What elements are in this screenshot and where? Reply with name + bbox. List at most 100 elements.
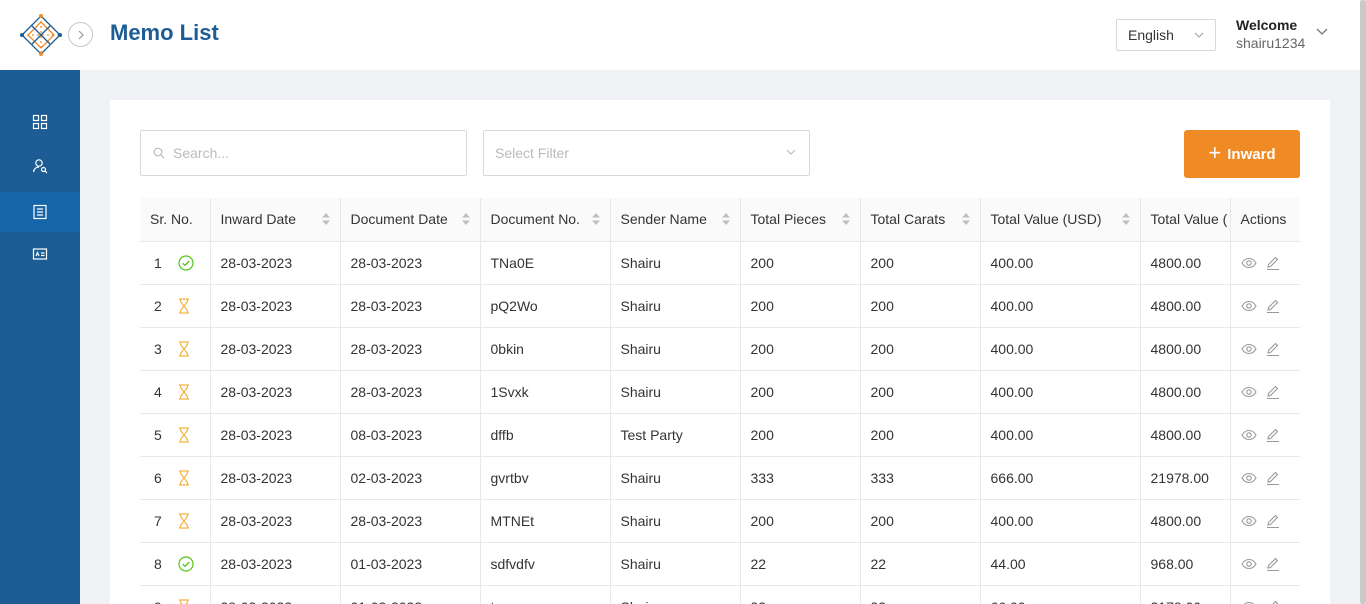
sr-no-cell: 4 — [140, 370, 211, 414]
doc-date-cell: 02-03-2023 — [340, 456, 481, 500]
table-row[interactable]: 2 28-03-2023 28-03-2023 pQ2Wo Shairu 200 200 40… — [140, 284, 1300, 328]
column-header-sender-name[interactable]: Sender Name — [610, 198, 741, 242]
column-header-document-date[interactable]: Document Date — [340, 198, 481, 242]
pieces-cell: 333 — [740, 456, 861, 500]
edit-pencil-icon[interactable] — [1265, 341, 1281, 357]
table-row[interactable]: 8 28-03-2023 01-03-2023 sdfvdfv Shairu 22 22 44… — [140, 542, 1300, 586]
doc-no-cell: MTNEt — [480, 499, 611, 543]
view-eye-icon[interactable] — [1240, 341, 1257, 357]
sr-no-value: 7 — [154, 512, 162, 529]
inward-date-cell: 28-03-2023 — [210, 327, 341, 371]
value2-cell: 4800.00 — [1140, 284, 1231, 328]
inward-date-cell: 28-03-2023 — [210, 585, 341, 604]
sidebar-item-contacts[interactable] — [0, 234, 80, 274]
search-input[interactable]: Search... — [140, 130, 467, 176]
sort-icon[interactable] — [1121, 213, 1130, 225]
table-body: 1 28-03-2023 28-03-2023 TNa0E Shairu 200 200 40… — [140, 241, 1300, 604]
inward-date-cell: 28-03-2023 — [210, 241, 341, 285]
username-label: shairu1234 — [1236, 35, 1306, 51]
hourglass-icon — [178, 426, 189, 443]
carats-cell: 200 — [860, 499, 981, 543]
carats-cell: 200 — [860, 413, 981, 457]
column-header-total-carats[interactable]: Total Carats — [860, 198, 981, 242]
view-eye-icon[interactable] — [1240, 384, 1257, 400]
edit-pencil-icon[interactable] — [1265, 599, 1281, 604]
table-row[interactable]: 928-03-202301-03-2023tShairu333366.00217… — [140, 585, 1300, 604]
pieces-cell: 200 — [740, 499, 861, 543]
view-eye-icon[interactable] — [1240, 255, 1257, 271]
logo-icon[interactable] — [20, 14, 62, 56]
pieces-cell: 200 — [740, 370, 861, 414]
hourglass-icon — [178, 469, 189, 486]
pieces-cell: 200 — [740, 327, 861, 371]
view-eye-icon[interactable] — [1240, 513, 1257, 529]
column-header-inward-date[interactable]: Inward Date — [210, 198, 341, 242]
sidebar-item-dashboard[interactable] — [0, 102, 80, 142]
user-search-icon — [32, 159, 48, 174]
actions-cell — [1230, 499, 1300, 543]
usd-cell: 44.00 — [980, 542, 1141, 586]
memo-table: Sr. No. Inward Date Document Date Document … — [140, 198, 1300, 604]
scrollbar-thumb[interactable] — [1360, 0, 1366, 604]
actions-cell — [1230, 585, 1300, 604]
check-circle-icon — [178, 555, 194, 572]
edit-pencil-icon[interactable] — [1265, 427, 1281, 443]
edit-pencil-icon[interactable] — [1265, 255, 1281, 271]
sr-no-value: 3 — [154, 340, 162, 357]
usd-cell: 666.00 — [980, 456, 1141, 500]
sidebar-toggle-button[interactable] — [68, 22, 93, 47]
doc-no-cell: 1Svxk — [480, 370, 611, 414]
doc-date-cell: 08-03-2023 — [340, 413, 481, 457]
pieces-cell: 22 — [740, 542, 861, 586]
table-row[interactable]: 3 28-03-2023 28-03-2023 0bkin Shairu 200 200 40… — [140, 327, 1300, 371]
sort-icon[interactable] — [461, 213, 470, 225]
column-header-label: Sender Name — [620, 211, 707, 228]
view-eye-icon[interactable] — [1241, 599, 1257, 604]
view-eye-icon[interactable] — [1240, 470, 1257, 486]
language-select[interactable]: English — [1116, 19, 1216, 51]
edit-pencil-icon[interactable] — [1265, 298, 1281, 314]
sort-icon[interactable] — [961, 213, 970, 225]
sidebar-item-users[interactable] — [0, 146, 80, 186]
column-header-total-value[interactable]: Total Value ( — [1140, 198, 1231, 242]
plus-icon: + — [1208, 140, 1222, 165]
filter-select[interactable]: Select Filter — [483, 130, 810, 176]
sr-no-value: 5 — [154, 426, 162, 443]
table-row[interactable]: 6 28-03-2023 02-03-2023 gvrtbv Shairu 333 333 6… — [140, 456, 1300, 500]
table-row[interactable]: 7 28-03-2023 28-03-2023 MTNEt Shairu 200 200 40… — [140, 499, 1300, 543]
doc-date-cell: 28-03-2023 — [340, 241, 481, 285]
column-header-document-no[interactable]: Document No. — [480, 198, 611, 242]
column-header-total-pieces[interactable]: Total Pieces — [740, 198, 861, 242]
edit-pencil-icon[interactable] — [1265, 384, 1281, 400]
view-eye-icon[interactable] — [1240, 298, 1257, 314]
list-document-icon — [33, 204, 47, 220]
edit-pencil-icon[interactable] — [1265, 556, 1281, 572]
table-row[interactable]: 4 28-03-2023 28-03-2023 1Svxk Shairu 200 200 40… — [140, 370, 1300, 414]
sort-icon[interactable] — [841, 213, 850, 225]
column-header-total-value-usd[interactable]: Total Value (USD) — [980, 198, 1141, 242]
sr-no-value: 1 — [154, 254, 162, 271]
edit-pencil-icon[interactable] — [1265, 513, 1281, 529]
user-chevron-down-icon[interactable] — [1315, 25, 1329, 39]
table-row[interactable]: 5 28-03-2023 08-03-2023 dffb Test Party 200 20… — [140, 413, 1300, 457]
sidebar-item-memo-list[interactable] — [0, 192, 80, 232]
view-eye-icon[interactable] — [1240, 556, 1257, 572]
sort-icon[interactable] — [321, 213, 330, 225]
table-row[interactable]: 1 28-03-2023 28-03-2023 TNa0E Shairu 200 200 40… — [140, 241, 1300, 285]
edit-pencil-icon[interactable] — [1265, 470, 1281, 486]
actions-cell — [1230, 370, 1300, 414]
sr-no-value: 4 — [154, 383, 162, 400]
hourglass-icon — [178, 340, 189, 357]
view-eye-icon[interactable] — [1240, 427, 1257, 443]
user-menu[interactable]: Welcome shairu1234 — [1236, 17, 1305, 51]
sort-icon[interactable] — [591, 213, 600, 225]
actions-cell — [1230, 327, 1300, 371]
carats-cell: 200 — [860, 370, 981, 414]
page-scrollbar[interactable] — [1360, 0, 1366, 604]
sort-icon[interactable] — [721, 213, 730, 225]
column-header-label: Total Pieces — [750, 211, 826, 228]
hourglass-icon — [178, 297, 189, 314]
sr-no-cell: 6 — [140, 456, 211, 500]
doc-no-cell: t — [480, 585, 611, 604]
inward-button[interactable]: + Inward — [1184, 130, 1300, 178]
